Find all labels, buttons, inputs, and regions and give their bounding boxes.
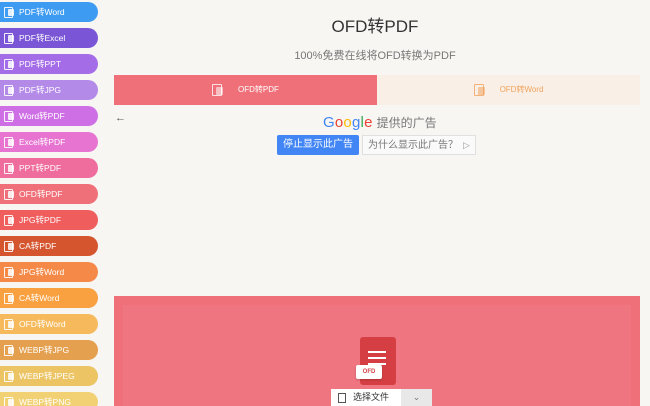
sidebar-item-label: PPT转PDF (19, 163, 62, 173)
tab-ofd-to-word-label: OFD转Word (499, 85, 544, 94)
file-type-badge: OFD (356, 365, 382, 379)
google-logo-letter: e (364, 114, 373, 131)
sidebar-item-label: Excel转PDF (19, 137, 66, 147)
google-logo-letter: o (343, 114, 352, 131)
sidebar: PDF转Word PDF转Excel PDF转PPT PDF转JPG Word转PDF E… (0, 0, 100, 406)
document-convert-icon (4, 189, 15, 200)
file-icon (338, 393, 346, 403)
choose-file-label: 选择文件 (353, 392, 390, 402)
sidebar-item-label: CA转PDF (19, 241, 57, 251)
sidebar-item-label: PDF转Word (19, 7, 65, 17)
document-convert-icon (4, 397, 15, 406)
sidebar-item-label: PDF转JPG (19, 85, 62, 95)
sidebar-item[interactable]: Excel转PDF (0, 132, 98, 152)
document-convert-icon (4, 85, 15, 96)
document-convert-icon (4, 345, 15, 356)
choose-file-button[interactable]: 选择文件 (331, 389, 401, 406)
stop-ad-button[interactable]: 停止显示此广告 (277, 135, 359, 155)
document-convert-icon (4, 7, 15, 18)
sidebar-item-label: Word转PDF (19, 111, 65, 121)
ad-header: Google 提供的广告 (323, 114, 437, 132)
sidebar-item[interactable]: CA转PDF (0, 236, 98, 256)
sidebar-item[interactable]: PDF转PPT (0, 54, 98, 74)
sidebar-item-label: OFD转Word (19, 319, 66, 329)
sidebar-item-label: OFD转PDF (19, 189, 63, 199)
google-logo: Google (323, 114, 373, 131)
document-convert-icon (4, 111, 15, 122)
sidebar-item[interactable]: Word转PDF (0, 106, 98, 126)
tab-ofd-to-pdf[interactable]: OFD转PDF (114, 75, 377, 105)
sidebar-item-label: JPG转PDF (19, 215, 62, 225)
sidebar-item-label: PDF转Excel (19, 33, 66, 43)
sidebar-item[interactable]: PDF转Word (0, 2, 98, 22)
google-logo-letter: G (323, 114, 335, 131)
document-convert-icon (4, 137, 15, 148)
sidebar-item-label: PDF转PPT (19, 59, 62, 69)
sidebar-item[interactable]: WEBP转JPEG (0, 366, 98, 386)
sidebar-item-label: JPG转Word (19, 267, 65, 277)
sidebar-item-label: CA转Word (19, 293, 60, 303)
document-convert-icon (4, 241, 15, 252)
page-title: OFD转PDF (331, 17, 419, 36)
why-this-ad-label: 为什么显示此广告？ (368, 140, 458, 151)
google-logo-letter: g (351, 114, 361, 131)
document-convert-icon (4, 267, 15, 278)
sidebar-item[interactable]: PPT转PDF (0, 158, 98, 178)
ad-provided-label: 提供的广告 (376, 116, 437, 130)
sidebar-item[interactable]: OFD转Word (0, 314, 98, 334)
sidebar-item[interactable]: CA转Word (0, 288, 98, 308)
sidebar-item-label: WEBP转JPG (19, 345, 70, 355)
document-convert-icon (473, 83, 486, 96)
document-convert-icon (4, 371, 15, 382)
sidebar-item[interactable]: JPG转PDF (0, 210, 98, 230)
left-arrow-icon[interactable]: ← (115, 112, 126, 124)
sidebar-item[interactable]: JPG转Word (0, 262, 98, 282)
document-convert-icon (212, 83, 224, 96)
why-this-ad-button[interactable]: 为什么显示此广告？ ▷ (362, 135, 476, 155)
ad-choices-icon: ▷ (463, 140, 470, 150)
sidebar-item[interactable]: WEBP转JPG (0, 340, 98, 360)
sidebar-item[interactable]: PDF转JPG (0, 80, 98, 100)
document-convert-icon (4, 59, 15, 70)
sidebar-item-label: WEBP转JPEG (19, 371, 75, 381)
document-convert-icon (4, 33, 15, 44)
sidebar-item[interactable]: OFD转PDF (0, 184, 98, 204)
document-convert-icon (4, 319, 15, 330)
tab-ofd-to-word[interactable]: OFD转Word (377, 75, 640, 105)
document-convert-icon (4, 215, 15, 226)
sidebar-item[interactable]: WEBP转PNG (0, 392, 98, 406)
chevron-down-icon[interactable]: ⌄ (401, 389, 432, 406)
page-subtitle: 100%免费在线将OFD转换为PDF (294, 50, 456, 62)
sidebar-item-label: WEBP转PNG (19, 397, 71, 406)
tab-ofd-to-pdf-label: OFD转PDF (238, 85, 279, 94)
document-convert-icon (4, 163, 15, 174)
document-convert-icon (4, 293, 15, 304)
sidebar-item[interactable]: PDF转Excel (0, 28, 98, 48)
